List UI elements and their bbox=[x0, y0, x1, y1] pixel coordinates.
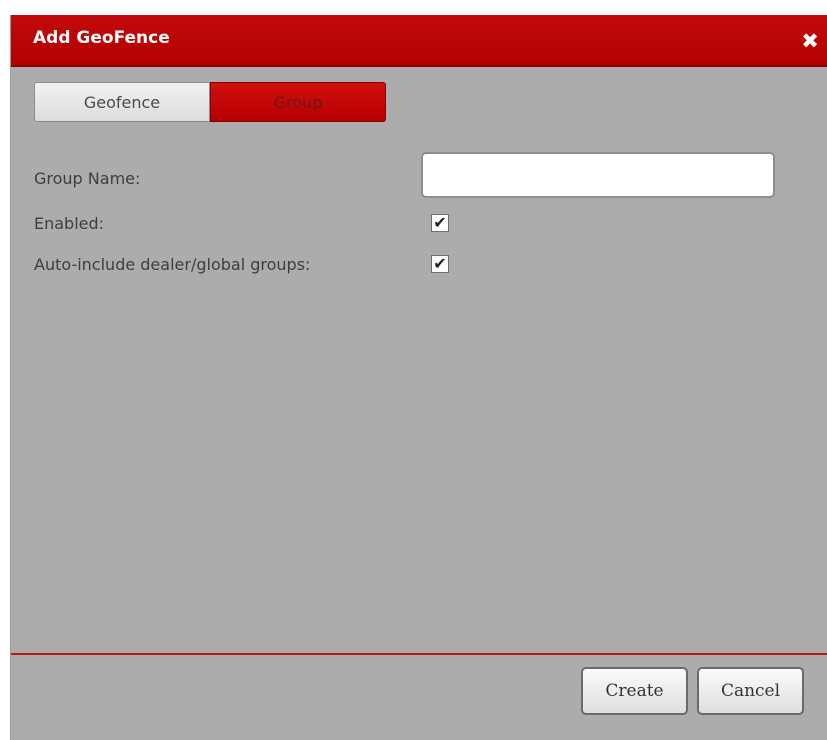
group-name-input[interactable] bbox=[421, 152, 775, 198]
dialog-titlebar: Add GeoFence ✖ bbox=[11, 15, 827, 67]
tab-geofence[interactable]: Geofence bbox=[34, 82, 210, 122]
cancel-button[interactable]: Cancel bbox=[697, 667, 804, 715]
add-geofence-dialog: Add GeoFence ✖ Geofence Group Group Name… bbox=[10, 15, 827, 740]
footer-divider bbox=[11, 653, 827, 655]
enabled-checkbox[interactable]: ✔ bbox=[431, 214, 449, 232]
enabled-label: Enabled: bbox=[34, 214, 105, 233]
auto-include-label: Auto-include dealer/global groups: bbox=[34, 255, 311, 274]
close-icon[interactable]: ✖ bbox=[799, 30, 821, 52]
create-button[interactable]: Create bbox=[581, 667, 688, 715]
dialog-tabs: Geofence Group bbox=[34, 82, 386, 124]
dialog-title: Add GeoFence bbox=[33, 28, 170, 48]
auto-include-checkbox[interactable]: ✔ bbox=[431, 255, 449, 273]
group-name-label: Group Name: bbox=[34, 169, 141, 188]
tab-group[interactable]: Group bbox=[210, 82, 386, 122]
